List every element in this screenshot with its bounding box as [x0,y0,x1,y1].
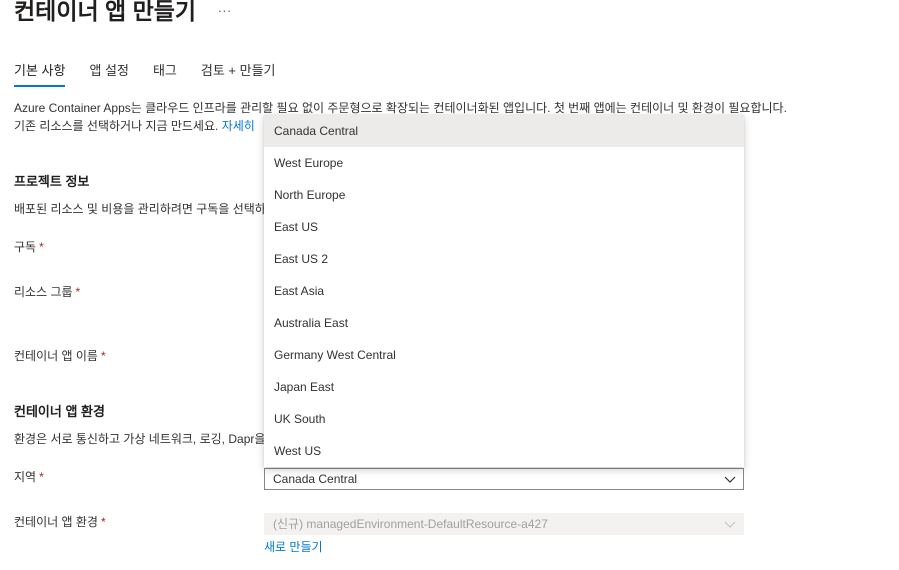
region-option[interactable]: North Europe [264,179,744,211]
region-option[interactable]: East Asia [264,275,744,307]
region-dropdown-list: Canada Central West Europe North Europe … [264,115,744,467]
environment-description: 환경은 서로 통신하고 가상 네트워크, 로깅, Dapr을 [14,432,266,446]
region-option[interactable]: West US [264,435,744,467]
environment-label: 컨테이너 앱 환경 * [14,513,106,530]
region-option[interactable]: UK South [264,403,744,435]
required-indicator: * [100,515,106,529]
region-select[interactable]: Canada Central [264,468,744,490]
chevron-down-icon [724,476,736,483]
region-option[interactable]: Japan East [264,371,744,403]
tab-app-settings[interactable]: 앱 설정 [89,60,129,87]
environment-heading: 컨테이너 앱 환경 [14,404,105,419]
tab-bar: 기본 사항 앱 설정 태그 검토 + 만들기 [14,60,300,87]
environment-select-value: (신규) managedEnvironment-DefaultResource-… [273,517,548,531]
region-label: 지역 * [14,468,44,485]
environment-select: (신규) managedEnvironment-DefaultResource-… [264,513,744,535]
resource-group-label-text: 리소스 그룹 [14,285,73,299]
app-name-label: 컨테이너 앱 이름 * [14,347,106,364]
project-details-description: 배포된 리소스 및 비용을 관리하려면 구독을 선택하 [14,202,266,216]
region-option[interactable]: Canada Central [264,115,744,147]
region-option[interactable]: East US [264,211,744,243]
app-name-label-text: 컨테이너 앱 이름 [14,349,98,363]
region-option[interactable]: Germany West Central [264,339,744,371]
intro-line-2-text: 기존 리소스를 선택하거나 지금 만드세요. [14,119,219,133]
region-label-text: 지역 [14,470,37,484]
tab-tags[interactable]: 태그 [153,60,177,87]
learn-more-link[interactable]: 자세히 [222,119,255,133]
required-indicator: * [75,285,81,299]
region-select-value: Canada Central [273,472,358,486]
resource-group-label: 리소스 그룹 * [14,283,80,300]
project-details-heading: 프로젝트 정보 [14,174,90,189]
subscription-label-text: 구독 [14,240,37,254]
page-title: 컨테이너 앱 만들기 [14,0,197,24]
region-option[interactable]: West Europe [264,147,744,179]
required-indicator: * [39,470,44,484]
tab-review-create[interactable]: 검토 + 만들기 [201,60,276,87]
more-options-icon[interactable]: ... [218,0,232,15]
create-new-environment-link[interactable]: 새로 만들기 [264,538,323,555]
tab-basics[interactable]: 기본 사항 [14,60,66,87]
subscription-label: 구독 * [14,238,44,255]
region-option[interactable]: Australia East [264,307,744,339]
chevron-down-icon [724,521,736,528]
region-option[interactable]: East US 2 [264,243,744,275]
required-indicator: * [39,240,44,254]
environment-label-text: 컨테이너 앱 환경 [14,515,98,529]
required-indicator: * [100,349,106,363]
